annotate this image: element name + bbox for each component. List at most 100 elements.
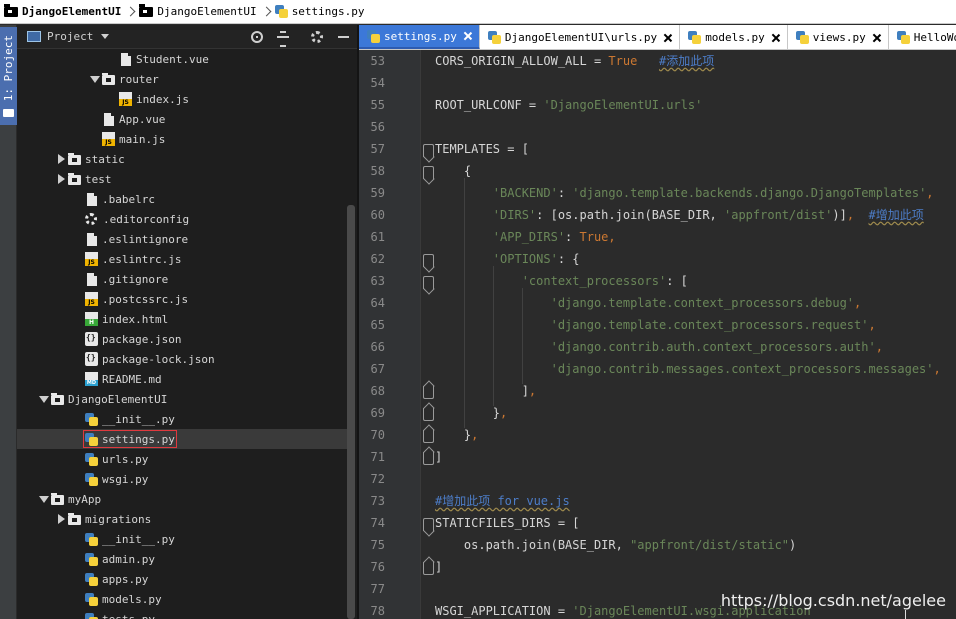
tree-item[interactable]: package.json xyxy=(17,329,347,349)
fold-start-icon[interactable] xyxy=(423,166,434,179)
tree-item[interactable]: settings.py xyxy=(17,429,347,449)
tree-item[interactable]: package-lock.json xyxy=(17,349,347,369)
tree-item[interactable]: router xyxy=(17,69,347,89)
line-number: 66 xyxy=(370,340,385,354)
panel-settings-button[interactable] xyxy=(309,29,325,45)
tree-item-content: router xyxy=(102,73,159,86)
close-tab-icon[interactable] xyxy=(463,31,473,41)
project-tool-window-label: 1: Project xyxy=(2,35,15,102)
tree-item[interactable]: .babelrc xyxy=(17,189,347,209)
tree-item[interactable]: admin.py xyxy=(17,549,347,569)
fold-end-icon[interactable] xyxy=(423,562,434,575)
breadcrumb-package[interactable]: DjangoElementUI xyxy=(139,0,260,24)
tree-item[interactable]: .gitignore xyxy=(17,269,347,289)
editor-tab[interactable]: models.py xyxy=(680,25,788,49)
python-file-icon xyxy=(85,592,98,606)
breadcrumb-file[interactable]: settings.py xyxy=(274,0,369,24)
locate-file-button[interactable] xyxy=(249,29,265,45)
collapse-arrow-icon[interactable] xyxy=(88,73,102,85)
tree-item[interactable]: wsgi.py xyxy=(17,469,347,489)
expand-arrow-icon[interactable] xyxy=(54,513,68,525)
close-tab-icon[interactable] xyxy=(663,33,673,43)
code-text: STATICFILES_DIRS = [ xyxy=(435,512,580,534)
navigation-bar: DjangoElementUI DjangoElementUI settings… xyxy=(0,0,956,24)
breadcrumb-root[interactable]: DjangoElementUI xyxy=(4,0,125,24)
tree-item[interactable]: models.py xyxy=(17,589,347,609)
line-number: 65 xyxy=(370,318,385,332)
python-file-icon xyxy=(274,5,288,18)
tree-item[interactable]: DjangoElementUI xyxy=(17,389,347,409)
collapse-all-button[interactable] xyxy=(275,29,291,47)
code-line: 57 TEMPLATES = [ xyxy=(359,138,956,160)
hide-panel-button[interactable] xyxy=(335,29,351,45)
close-tab-icon[interactable] xyxy=(872,33,882,43)
fold-start-icon[interactable] xyxy=(423,276,434,289)
file-icon xyxy=(87,272,97,286)
collapse-all-icon xyxy=(277,31,289,47)
line-number: 57 xyxy=(370,142,385,156)
folder-icon xyxy=(139,3,154,17)
tree-item[interactable]: .eslintignore xyxy=(17,229,347,249)
code-line: 65 'django.template.context_processors.r… xyxy=(359,314,956,336)
tree-item[interactable]: README.md xyxy=(17,369,347,389)
folder-icon xyxy=(68,153,81,165)
fold-end-icon[interactable] xyxy=(423,386,434,399)
breadcrumb-separator-icon xyxy=(263,5,271,19)
code-token: , xyxy=(868,318,876,332)
tree-item[interactable]: __init__.py xyxy=(17,409,347,429)
expand-arrow-icon[interactable] xyxy=(54,173,68,185)
tree-item[interactable]: main.js xyxy=(17,129,347,149)
python-file-icon xyxy=(688,31,702,44)
code-line: 70 }, xyxy=(359,424,956,446)
editor-tab[interactable]: DjangoElementUI\urls.py xyxy=(480,25,681,49)
fold-start-icon[interactable] xyxy=(423,518,434,531)
project-tool-window-tab[interactable]: 1: Project xyxy=(0,27,17,125)
editor-tab[interactable]: views.py xyxy=(788,25,889,49)
code-token: #增加此项 xyxy=(868,208,924,222)
expand-arrow-icon[interactable] xyxy=(54,153,68,165)
tree-item[interactable]: __init__.py xyxy=(17,529,347,549)
tree-item[interactable]: migrations xyxy=(17,509,347,529)
code-token: 'django.template.context_processors.requ… xyxy=(550,318,869,332)
editor-tab[interactable]: HelloWorld. xyxy=(889,25,956,49)
code-token: : xyxy=(557,186,573,200)
tree-item[interactable]: tests.py xyxy=(17,609,347,619)
editor-tab[interactable]: settings.py xyxy=(359,25,480,49)
code-text: #增加此项 for vue.js xyxy=(435,490,570,512)
project-tree: Student.vue router index.js App.vue main.js s… xyxy=(17,49,347,619)
tree-item[interactable]: .eslintrc.js xyxy=(17,249,347,269)
project-view-selector[interactable]: Project xyxy=(47,30,93,43)
tree-item[interactable]: test xyxy=(17,169,347,189)
python-file-icon xyxy=(85,572,98,586)
tree-item[interactable]: index.js xyxy=(17,89,347,109)
fold-start-icon[interactable] xyxy=(423,144,434,157)
tree-item[interactable]: .editorconfig xyxy=(17,209,347,229)
editor-tab-bar: settings.py DjangoElementUI\urls.py models… xyxy=(359,25,956,50)
chevron-down-icon[interactable] xyxy=(101,34,110,39)
collapse-arrow-icon[interactable] xyxy=(37,393,51,405)
tree-item[interactable]: apps.py xyxy=(17,569,347,589)
project-tree-scrollbar[interactable] xyxy=(347,205,355,619)
code-token: : [ xyxy=(666,274,688,288)
tree-item[interactable]: Student.vue xyxy=(17,49,347,69)
code-text: ROOT_URLCONF = 'DjangoElementUI.urls' xyxy=(435,94,702,116)
fold-end-icon[interactable] xyxy=(423,452,434,465)
fold-end-icon[interactable] xyxy=(423,430,434,443)
tree-item[interactable]: urls.py xyxy=(17,449,347,469)
tree-item[interactable]: index.html xyxy=(17,309,347,329)
tree-item[interactable]: static xyxy=(17,149,347,169)
tree-item[interactable]: .postcssrc.js xyxy=(17,289,347,309)
fold-start-icon[interactable] xyxy=(423,254,434,267)
tree-item-content: index.js xyxy=(119,92,189,106)
close-tab-icon[interactable] xyxy=(771,33,781,43)
code-editor[interactable]: 53 CORS_ORIGIN_ALLOW_ALL = True #添加此项 54 55… xyxy=(359,50,956,619)
code-token: True xyxy=(608,54,638,68)
collapse-arrow-icon[interactable] xyxy=(37,493,51,505)
fold-end-icon[interactable] xyxy=(423,408,434,421)
tree-item[interactable]: myApp xyxy=(17,489,347,509)
tree-item-content: tests.py xyxy=(85,612,155,619)
tree-item[interactable]: App.vue xyxy=(17,109,347,129)
